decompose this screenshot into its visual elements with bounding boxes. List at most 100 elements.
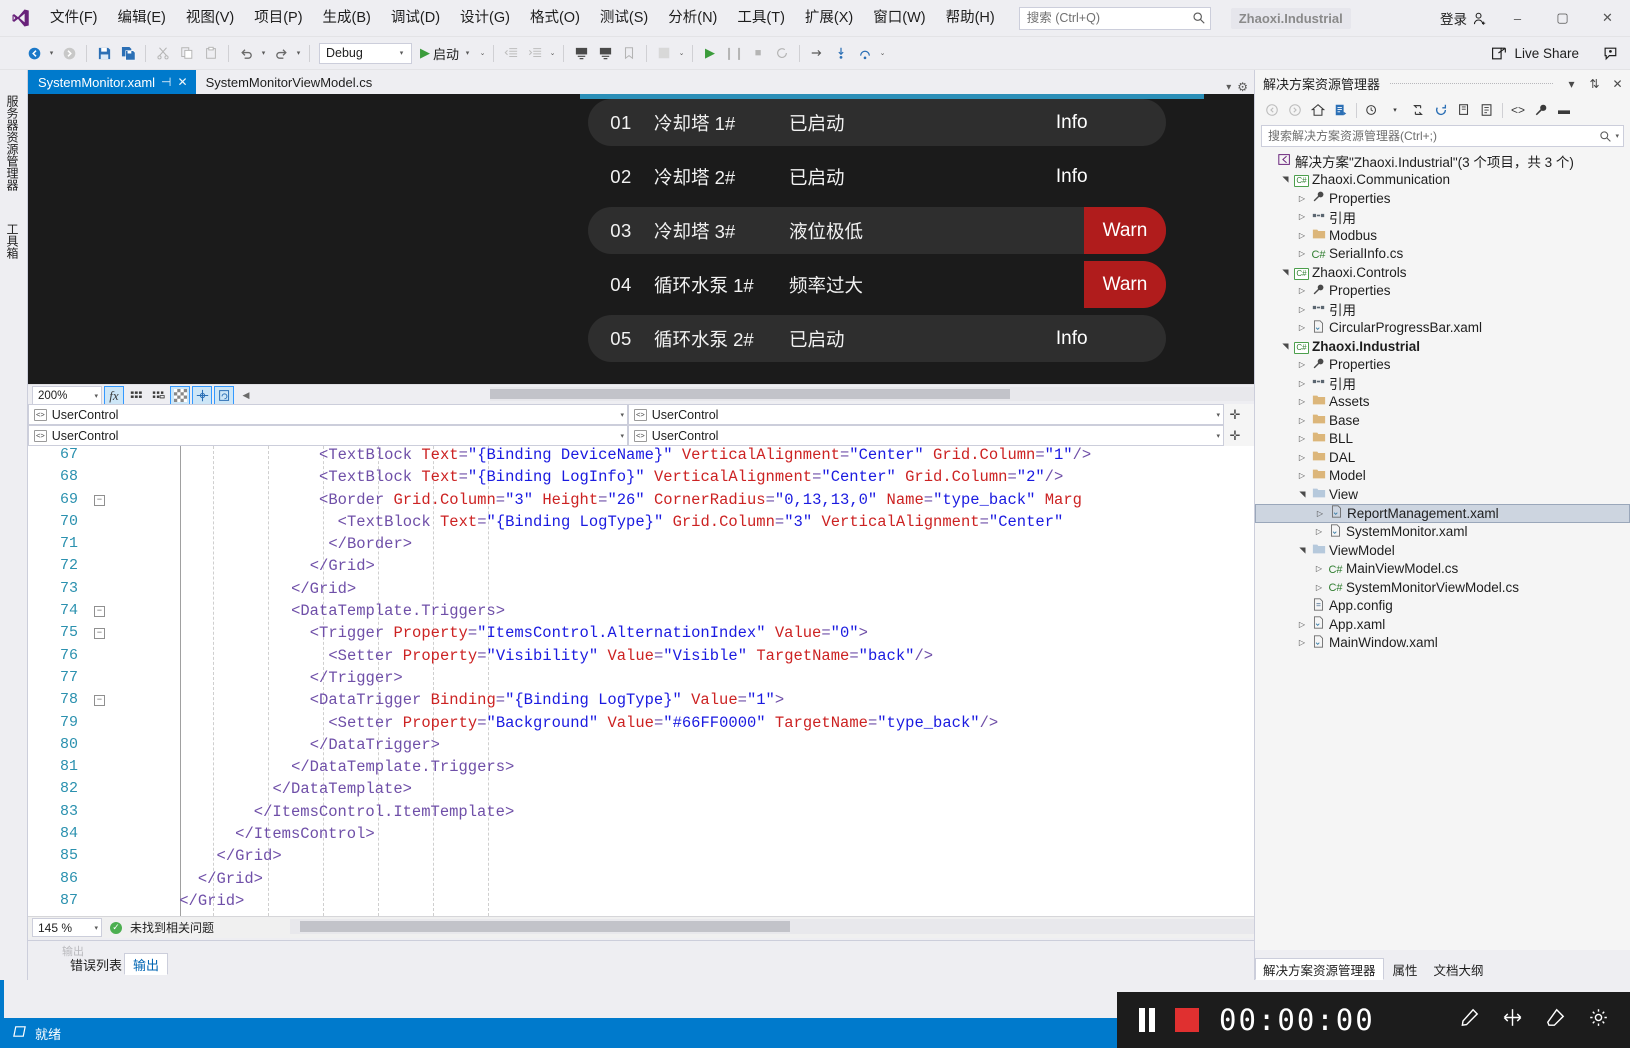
chevron-right-icon[interactable]: ▷ <box>1312 564 1326 573</box>
tree-item[interactable]: ▷ DAL <box>1255 448 1630 467</box>
chevron-down-icon[interactable]: ◢ <box>1281 265 1290 279</box>
code-line[interactable]: 84 </ItemsControl> <box>28 825 1254 847</box>
close-button[interactable]: ✕ <box>1585 0 1630 37</box>
solution-configuration-combo[interactable]: Debug ▾ <box>319 42 412 64</box>
sign-in-button[interactable]: 登录 <box>1432 8 1495 28</box>
code-line[interactable]: 83 </ItemsControl.ItemTemplate> <box>28 803 1254 825</box>
tree-item[interactable]: ◢ View <box>1255 485 1630 504</box>
chevron-right-icon[interactable]: ▷ <box>1295 360 1309 369</box>
tab-solution-explorer[interactable]: 解决方案资源管理器 <box>1255 958 1384 980</box>
tree-item[interactable]: ▷ 引用 <box>1255 208 1630 227</box>
tree-item[interactable]: ▷ Properties <box>1255 189 1630 208</box>
tree-item[interactable]: ▷ 引用 <box>1255 374 1630 393</box>
menu-window[interactable]: 窗口(W) <box>863 0 935 37</box>
code-line[interactable]: 75− <Trigger Property="ItemsControl.Alter… <box>28 624 1254 646</box>
tab-systemmonitorviewmodel-cs[interactable]: SystemMonitorViewModel.cs <box>195 70 381 94</box>
snap-lines-icon[interactable] <box>192 386 212 405</box>
nav-type-combo-left-1[interactable]: <> UserControl ▾ <box>28 404 628 425</box>
collapse-all-icon[interactable] <box>1407 99 1429 121</box>
chevron-right-icon[interactable]: ▷ <box>1295 305 1309 314</box>
panel-menu-icon[interactable]: ▾ <box>1563 77 1580 91</box>
chevron-down-icon[interactable]: ◢ <box>1281 339 1290 353</box>
search-input[interactable] <box>1026 11 1192 25</box>
menu-view[interactable]: 视图(V) <box>176 0 244 37</box>
toolbar-overflow-4-icon[interactable]: ⌄ <box>877 49 888 57</box>
show-next-statement-icon[interactable] <box>805 41 829 65</box>
step-into-icon[interactable] <box>829 41 853 65</box>
navigate-backward-dropdown-icon[interactable]: ▾ <box>46 49 57 57</box>
maximize-button[interactable]: ▢ <box>1540 0 1585 37</box>
chevron-down-icon[interactable]: ◢ <box>1298 487 1307 501</box>
split-view-toggle-1[interactable]: ✛ <box>1224 404 1246 425</box>
toolbar-overflow-1-icon[interactable]: ⌄ <box>477 49 488 57</box>
solution-tree[interactable]: 解决方案"Zhaoxi.Industrial"(3 个项目，共 3 个) ◢ C# Z… <box>1255 150 1630 652</box>
code-line[interactable]: 73 </Grid> <box>28 580 1254 602</box>
collapse-icon[interactable]: ▬ <box>1553 99 1575 121</box>
undo-dropdown-icon[interactable]: ▾ <box>258 49 269 57</box>
solution-explorer-search[interactable]: ▾ <box>1261 125 1624 147</box>
toolbar-overflow-2-icon[interactable]: ⌄ <box>547 49 558 57</box>
global-search-box[interactable] <box>1018 6 1211 30</box>
save-icon[interactable] <box>92 41 116 65</box>
code-line[interactable]: 82 </DataTemplate> <box>28 780 1254 802</box>
close-icon[interactable]: ✕ <box>178 75 188 89</box>
active-files-dropdown-icon[interactable]: ▾ <box>1226 82 1231 93</box>
chevron-right-icon[interactable]: ▷ <box>1313 509 1327 518</box>
chevron-right-icon[interactable]: ▷ <box>1295 231 1309 240</box>
pin-icon[interactable]: ⇅ <box>1586 77 1603 91</box>
minimize-button[interactable]: – <box>1495 0 1540 37</box>
menu-test[interactable]: 测试(S) <box>590 0 658 37</box>
code-line[interactable]: 77 </Trigger> <box>28 669 1254 691</box>
properties-icon[interactable] <box>1530 99 1552 121</box>
code-line[interactable]: 85 </Grid> <box>28 847 1254 869</box>
show-all-files-icon[interactable] <box>1453 99 1475 121</box>
code-line[interactable]: 67 <TextBlock Text="{Binding DeviceName}"… <box>28 446 1254 468</box>
chevron-right-icon[interactable]: ▷ <box>1295 471 1309 480</box>
log-row[interactable]: 01 冷却塔 1# 已启动 Info <box>588 99 1166 146</box>
tree-item[interactable]: App.config <box>1255 597 1630 616</box>
menu-extensions[interactable]: 扩展(X) <box>795 0 863 37</box>
tree-item[interactable]: ▷ C# SystemMonitorViewModel.cs <box>1255 578 1630 597</box>
code-line[interactable]: 79 <Setter Property="Background" Value="#… <box>28 714 1254 736</box>
tree-item[interactable]: ▷ Assets <box>1255 393 1630 412</box>
chevron-right-icon[interactable]: ▷ <box>1295 379 1309 388</box>
uncomment-lines-icon[interactable] <box>593 41 617 65</box>
log-row[interactable]: 06 Info <box>588 369 1166 385</box>
properties-window-icon[interactable] <box>1476 99 1498 121</box>
tab-strip-settings-icon[interactable]: ⚙ <box>1237 80 1248 94</box>
nav-type-combo-right-1[interactable]: <> UserControl ▾ <box>628 404 1224 425</box>
undo-icon[interactable] <box>234 41 258 65</box>
tree-item[interactable]: ▷ Model <box>1255 467 1630 486</box>
view-code-icon[interactable]: <> <box>1507 99 1529 121</box>
code-line[interactable]: 78− <DataTrigger Binding="{Binding LogTyp… <box>28 691 1254 713</box>
chevron-right-icon[interactable]: ▷ <box>1295 323 1309 332</box>
toolbar-overflow-3-icon[interactable]: ⌄ <box>676 49 687 57</box>
chevron-right-icon[interactable]: ▷ <box>1295 416 1309 425</box>
fold-toggle-icon[interactable]: − <box>94 494 105 506</box>
designer-zoom-combo[interactable]: 200% ▾ <box>32 386 102 405</box>
home-icon[interactable] <box>1307 99 1329 121</box>
continue-icon[interactable]: ▶ <box>698 41 722 65</box>
log-row[interactable]: 02 冷却塔 2# 已启动 Info <box>588 153 1166 200</box>
nav-type-combo-right-2[interactable]: <> UserControl ▾ <box>628 425 1224 446</box>
tree-item[interactable]: ▷ CircularProgressBar.xaml <box>1255 319 1630 338</box>
code-line[interactable]: 69− <Border Grid.Column="3" Height="26" C… <box>28 491 1254 513</box>
scrollbar-thumb[interactable] <box>300 921 790 932</box>
tree-item[interactable]: ◢ C# Zhaoxi.Controls <box>1255 263 1630 282</box>
chevron-right-icon[interactable]: ▷ <box>1295 453 1309 462</box>
reload-designer-icon[interactable] <box>214 386 234 405</box>
step-over-icon[interactable] <box>853 41 877 65</box>
chevron-right-icon[interactable]: ▷ <box>1295 286 1309 295</box>
designer-collapse-pane-icon[interactable]: ◀ <box>236 386 256 405</box>
menu-file[interactable]: 文件(F) <box>40 0 108 37</box>
tree-item-selected[interactable]: ▷ ReportManagement.xaml <box>1255 503 1630 523</box>
tab-output[interactable]: 输出 <box>124 953 169 975</box>
tree-item[interactable]: ▷ Properties <box>1255 356 1630 375</box>
menu-format[interactable]: 格式(O) <box>520 0 590 37</box>
settings-icon[interactable] <box>1589 1008 1608 1032</box>
fold-toggle-icon[interactable]: − <box>94 606 105 618</box>
chevron-right-icon[interactable]: ▷ <box>1295 397 1309 406</box>
chevron-right-icon[interactable]: ▷ <box>1295 638 1309 647</box>
comment-lines-icon[interactable] <box>569 41 593 65</box>
drag-handle[interactable] <box>1390 83 1553 84</box>
